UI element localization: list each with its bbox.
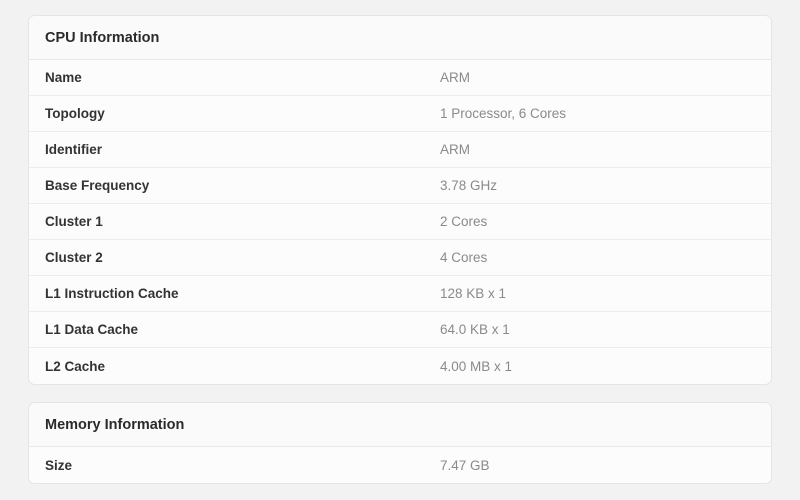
- row-value: 128 KB x 1: [440, 286, 755, 301]
- row-label: Cluster 1: [45, 214, 440, 229]
- table-row: L1 Data Cache 64.0 KB x 1: [29, 312, 771, 348]
- memory-card-header: Memory Information: [29, 403, 771, 447]
- row-value: ARM: [440, 142, 755, 157]
- row-label: L1 Instruction Cache: [45, 286, 440, 301]
- row-value: 7.47 GB: [440, 458, 755, 473]
- row-value: 3.78 GHz: [440, 178, 755, 193]
- row-label: Topology: [45, 106, 440, 121]
- row-label: Cluster 2: [45, 250, 440, 265]
- row-value: 1 Processor, 6 Cores: [440, 106, 755, 121]
- row-label: Size: [45, 458, 440, 473]
- table-row: Size 7.47 GB: [29, 447, 771, 483]
- row-value: 4 Cores: [440, 250, 755, 265]
- memory-information-card: Memory Information Size 7.47 GB: [28, 402, 772, 484]
- cpu-card-header: CPU Information: [29, 16, 771, 60]
- table-row: Base Frequency 3.78 GHz: [29, 168, 771, 204]
- cpu-card-title: CPU Information: [45, 30, 159, 46]
- table-row: Cluster 2 4 Cores: [29, 240, 771, 276]
- row-value: 64.0 KB x 1: [440, 322, 755, 337]
- table-row: Cluster 1 2 Cores: [29, 204, 771, 240]
- row-label: L2 Cache: [45, 359, 440, 374]
- row-label: Identifier: [45, 142, 440, 157]
- table-row: Topology 1 Processor, 6 Cores: [29, 96, 771, 132]
- table-row: Identifier ARM: [29, 132, 771, 168]
- cpu-information-card: CPU Information Name ARM Topology 1 Proc…: [28, 15, 772, 385]
- row-value: 4.00 MB x 1: [440, 359, 755, 374]
- memory-card-title: Memory Information: [45, 417, 184, 433]
- row-label: Name: [45, 70, 440, 85]
- table-row: Name ARM: [29, 60, 771, 96]
- row-value: ARM: [440, 70, 755, 85]
- table-row: L1 Instruction Cache 128 KB x 1: [29, 276, 771, 312]
- table-row: L2 Cache 4.00 MB x 1: [29, 348, 771, 384]
- row-label: L1 Data Cache: [45, 322, 440, 337]
- row-value: 2 Cores: [440, 214, 755, 229]
- row-label: Base Frequency: [45, 178, 440, 193]
